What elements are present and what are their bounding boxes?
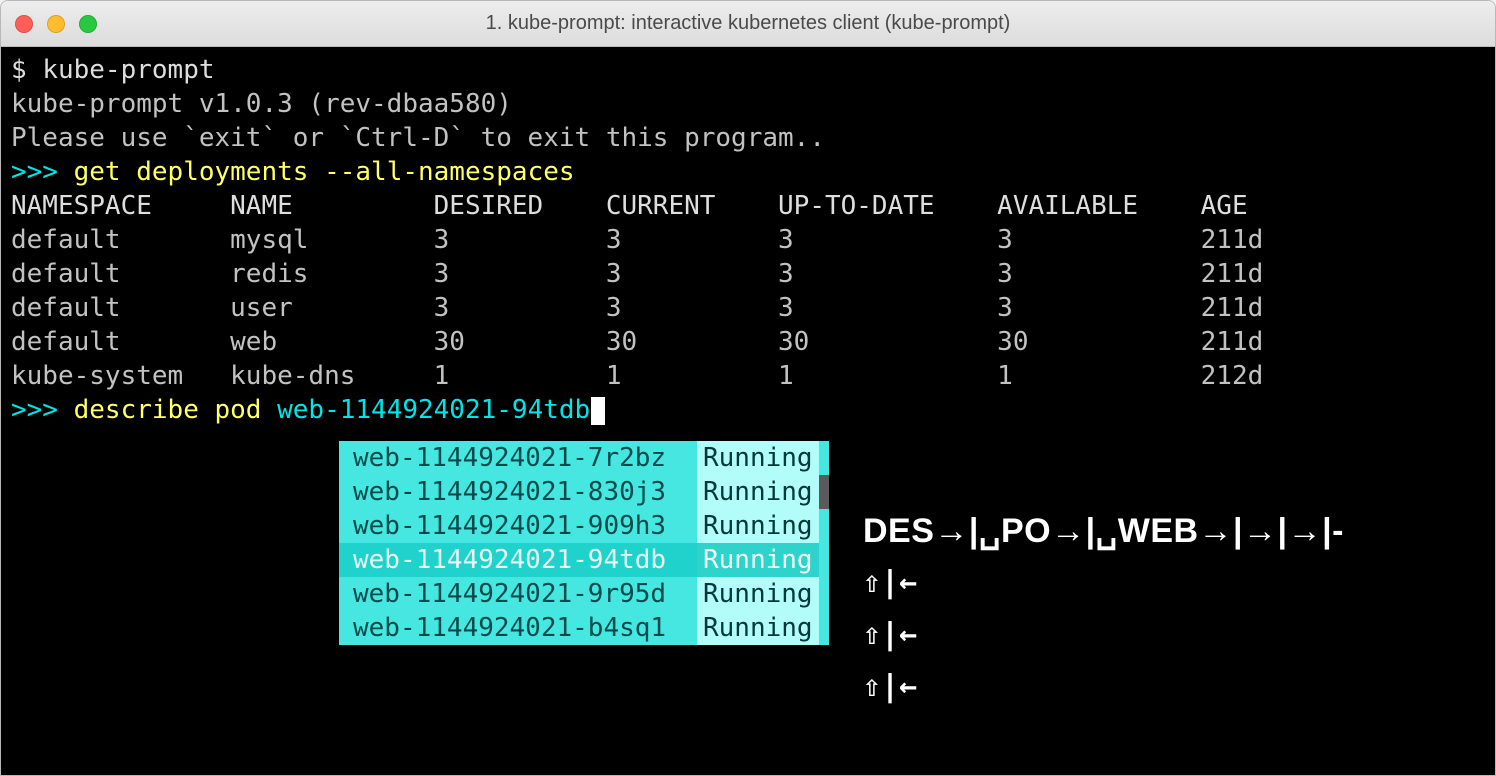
shell-line: $ kube-prompt <box>1 53 1495 87</box>
completion-item-status: Running <box>697 441 819 475</box>
close-icon[interactable] <box>15 15 33 33</box>
table-row: default mysql 3 3 3 3 211d <box>1 223 1495 257</box>
repl-prompt: >>> <box>11 157 74 187</box>
completion-item-name: web-1144924021-b4sq1 <box>339 611 697 645</box>
repl-line-2[interactable]: >>> describe pod web-1144924021-94tdb <box>1 393 1495 427</box>
completion-item-status: Running <box>697 475 819 509</box>
table-row: default web 30 30 30 30 211d <box>1 325 1495 359</box>
repl-command-keyword: describe pod <box>74 395 278 425</box>
repl-command-arg: web-1144924021-94tdb <box>277 395 590 425</box>
zoom-icon[interactable] <box>79 15 97 33</box>
completion-item[interactable]: web-1144924021-909h3Running <box>339 509 819 543</box>
completion-item-status: Running <box>697 509 819 543</box>
scrollbar-thumb[interactable] <box>819 475 829 509</box>
keystroke-text: ⇧|← <box>863 557 917 609</box>
banner-line: kube-prompt v1.0.3 (rev-dbaa580) <box>1 87 1495 121</box>
repl-command: get deployments --all-namespaces <box>74 157 575 187</box>
completion-item-status: Running <box>697 577 819 611</box>
completion-item-name: web-1144924021-94tdb <box>339 543 697 577</box>
keystroke-overlay: DES→|␣PO→|␣WEB→|→|→|- ⇧|← ⇧|← ⇧|← <box>863 505 1344 713</box>
banner-line: Please use `exit` or `Ctrl-D` to exit th… <box>1 121 1495 155</box>
completion-item[interactable]: web-1144924021-830j3Running <box>339 475 819 509</box>
completion-item[interactable]: web-1144924021-7r2bzRunning <box>339 441 819 475</box>
completion-popup[interactable]: web-1144924021-7r2bzRunningweb-114492402… <box>339 441 829 645</box>
terminal[interactable]: $ kube-prompt kube-prompt v1.0.3 (rev-db… <box>1 47 1495 775</box>
completion-item[interactable]: web-1144924021-9r95dRunning <box>339 577 819 611</box>
completion-item[interactable]: web-1144924021-b4sq1Running <box>339 611 819 645</box>
window-controls <box>15 15 97 33</box>
repl-prompt: >>> <box>11 395 74 425</box>
keystroke-text: DES→|␣PO→|␣WEB→|→|→|- <box>863 505 1344 557</box>
completion-item-status: Running <box>697 611 819 645</box>
titlebar[interactable]: 1. kube-prompt: interactive kubernetes c… <box>1 1 1495 47</box>
repl-line-1: >>> get deployments --all-namespaces <box>1 155 1495 189</box>
completion-item-name: web-1144924021-9r95d <box>339 577 697 611</box>
shell-command: kube-prompt <box>42 55 214 85</box>
shell-prompt: $ <box>11 55 42 85</box>
keystroke-text: ⇧|← <box>863 609 917 661</box>
completion-scrollbar[interactable] <box>819 441 829 645</box>
completion-item-name: web-1144924021-909h3 <box>339 509 697 543</box>
minimize-icon[interactable] <box>47 15 65 33</box>
table-body: default mysql 3 3 3 3 211ddefault redis … <box>1 223 1495 393</box>
table-header: NAMESPACE NAME DESIRED CURRENT UP-TO-DAT… <box>1 189 1495 223</box>
app-window: 1. kube-prompt: interactive kubernetes c… <box>0 0 1496 776</box>
keystroke-text: ⇧|← <box>863 661 917 713</box>
completion-item-name: web-1144924021-830j3 <box>339 475 697 509</box>
table-row: default redis 3 3 3 3 211d <box>1 257 1495 291</box>
table-row: default user 3 3 3 3 211d <box>1 291 1495 325</box>
table-row: kube-system kube-dns 1 1 1 1 212d <box>1 359 1495 393</box>
completion-item-name: web-1144924021-7r2bz <box>339 441 697 475</box>
cursor-icon <box>591 397 605 425</box>
window-title: 1. kube-prompt: interactive kubernetes c… <box>1 12 1495 35</box>
completion-item-status: Running <box>697 543 819 577</box>
completion-item[interactable]: web-1144924021-94tdbRunning <box>339 543 819 577</box>
